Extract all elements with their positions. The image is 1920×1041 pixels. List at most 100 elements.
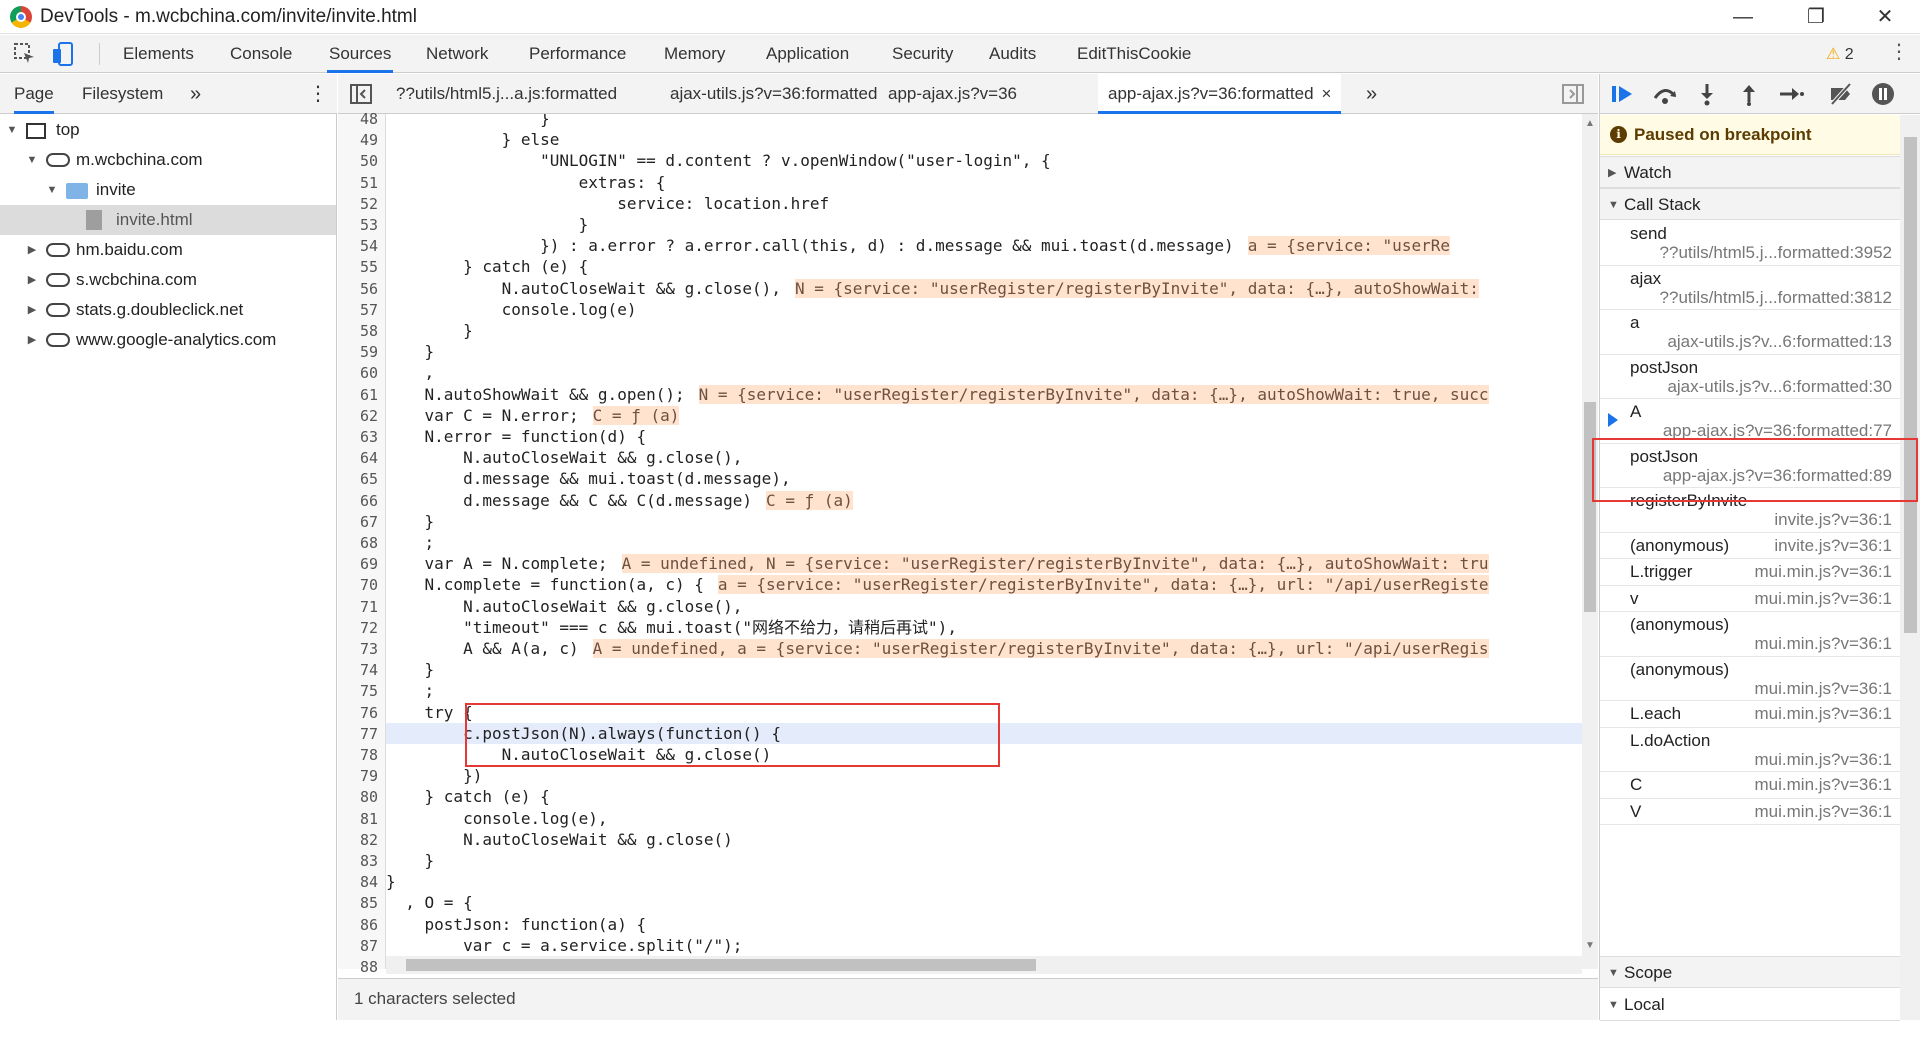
frame-location[interactable]: mui.min.js?v=36:1 bbox=[1755, 562, 1892, 582]
tab-editthiscookie[interactable]: EditThisCookie bbox=[1075, 35, 1193, 72]
editor-horizontal-scrollbar[interactable] bbox=[386, 956, 1582, 974]
line-number[interactable]: 49 bbox=[338, 131, 378, 149]
tree-item-cloud[interactable]: ▶ s.wcbchina.com bbox=[0, 265, 336, 295]
frame-location[interactable]: mui.min.js?v=36:1 bbox=[1755, 679, 1892, 699]
line-number[interactable]: 87 bbox=[338, 937, 378, 955]
navigator-menu-icon[interactable]: ⋮ bbox=[308, 74, 328, 114]
frame-location[interactable]: ??utils/html5.j...formatted:3952 bbox=[1660, 243, 1892, 263]
code-line[interactable]: N.complete = function(a, c) {a = {servic… bbox=[386, 574, 1489, 595]
tree-item-folder[interactable]: ▼ invite bbox=[0, 175, 336, 205]
code-line[interactable]: , bbox=[386, 362, 435, 383]
code-line[interactable]: } bbox=[386, 214, 589, 235]
code-line[interactable]: } bbox=[386, 659, 435, 680]
code-line[interactable]: } bbox=[386, 320, 473, 341]
call-frame[interactable]: (anonymous) invite.js?v=36:1 bbox=[1600, 533, 1900, 559]
line-number[interactable]: 57 bbox=[338, 301, 378, 319]
line-number-gutter[interactable]: 48 49 50 51 52 53 54 55 56 57 58 59 60 61 62 63 64 65 66 67… bbox=[338, 110, 386, 997]
tab-performance[interactable]: Performance bbox=[527, 35, 628, 72]
code-line[interactable]: N.autoShowWait && g.open(); N = {service:… bbox=[386, 384, 1489, 405]
frame-location[interactable]: ajax-utils.js?v...6:formatted:13 bbox=[1667, 332, 1892, 352]
expanded-triangle-icon[interactable]: ▼ bbox=[6, 115, 18, 145]
expanded-triangle-icon[interactable]: ▼ bbox=[46, 175, 58, 205]
frame-location[interactable]: mui.min.js?v=36:1 bbox=[1755, 775, 1892, 795]
close-window-button[interactable]: ✕ bbox=[1862, 2, 1908, 32]
tab-elements[interactable]: Elements bbox=[121, 35, 196, 72]
code-line[interactable]: N.autoCloseWait && g.close(), N = {servic… bbox=[386, 278, 1479, 299]
step-into-icon[interactable] bbox=[1694, 82, 1720, 106]
line-number[interactable]: 76 bbox=[338, 704, 378, 722]
code-line[interactable]: N.autoCloseWait && g.close() bbox=[386, 829, 733, 850]
code-line[interactable]: } else bbox=[386, 129, 560, 150]
frame-location[interactable]: ajax-utils.js?v...6:formatted:30 bbox=[1667, 377, 1892, 397]
collapsed-triangle-icon[interactable]: ▶ bbox=[26, 295, 38, 325]
tree-item-cloud[interactable]: ▶ www.google-analytics.com bbox=[0, 325, 336, 355]
frame-location[interactable]: ??utils/html5.j...formatted:3812 bbox=[1660, 288, 1892, 308]
device-toolbar-icon[interactable] bbox=[50, 41, 76, 67]
code-line[interactable]: d.message && mui.toast(d.message), bbox=[386, 468, 791, 489]
tab-application[interactable]: Application bbox=[764, 35, 851, 72]
collapsed-triangle-icon[interactable]: ▶ bbox=[26, 265, 38, 295]
editor-vertical-scrollbar[interactable]: ▲ ▼ bbox=[1582, 114, 1598, 969]
line-number[interactable]: 88 bbox=[338, 958, 378, 976]
code-line[interactable]: } bbox=[386, 511, 435, 532]
line-number[interactable]: 50 bbox=[338, 152, 378, 170]
line-number[interactable]: 84 bbox=[338, 873, 378, 891]
code-line[interactable]: N.autoCloseWait && g.close(), bbox=[386, 596, 742, 617]
code-line[interactable]: } catch (e) { bbox=[386, 256, 588, 277]
code-line[interactable]: extras: { bbox=[386, 172, 666, 193]
call-frame[interactable]: ajax ??utils/html5.j...formatted:3812 bbox=[1600, 266, 1900, 310]
tab-sources[interactable]: Sources bbox=[327, 35, 394, 73]
line-number[interactable]: 86 bbox=[338, 916, 378, 934]
call-frame[interactable]: L.doAction mui.min.js?v=36:1 bbox=[1600, 728, 1900, 772]
warnings-indicator[interactable]: ⚠ 2 bbox=[1826, 44, 1854, 64]
tree-item-cloud[interactable]: ▶ stats.g.doubleclick.net bbox=[0, 295, 336, 325]
line-number[interactable]: 60 bbox=[338, 364, 378, 382]
line-number[interactable]: 83 bbox=[338, 852, 378, 870]
line-number[interactable]: 66 bbox=[338, 492, 378, 510]
tree-item-cloud[interactable]: ▶ hm.baidu.com bbox=[0, 235, 336, 265]
line-number[interactable]: 77 bbox=[338, 725, 378, 743]
sidebar-scrollbar[interactable] bbox=[1900, 115, 1920, 1020]
line-number[interactable]: 56 bbox=[338, 280, 378, 298]
call-frame[interactable]: (anonymous) mui.min.js?v=36:1 bbox=[1600, 657, 1900, 701]
code-line[interactable]: ; bbox=[386, 680, 435, 701]
editor-tab[interactable]: ??utils/html5.j...a.js:formatted bbox=[386, 74, 627, 114]
code-line[interactable]: console.log(e), bbox=[386, 808, 608, 829]
line-number[interactable]: 74 bbox=[338, 661, 378, 679]
call-frame[interactable]: Vmui.min.js?v=36:1 bbox=[1600, 799, 1900, 825]
call-frame[interactable]: Aapp-ajax.js?v=36:formatted:77 bbox=[1600, 399, 1900, 444]
scope-section-header[interactable]: ▼ Scope bbox=[1600, 956, 1900, 988]
editor-tab[interactable]: app-ajax.js?v=36:formatted × bbox=[1098, 74, 1342, 114]
line-number[interactable]: 55 bbox=[338, 258, 378, 276]
line-number[interactable]: 65 bbox=[338, 470, 378, 488]
kebab-menu-icon[interactable]: ⋮ bbox=[1889, 39, 1909, 64]
code-area[interactable]: } } else "UNLOGIN" == d.content ? v.open… bbox=[386, 114, 1582, 969]
code-line[interactable]: "timeout" === c && mui.toast("网络不给力，请稍后再… bbox=[386, 617, 957, 638]
line-number[interactable]: 69 bbox=[338, 555, 378, 573]
hscroll-thumb[interactable] bbox=[406, 959, 1036, 971]
frame-location[interactable]: mui.min.js?v=36:1 bbox=[1755, 750, 1892, 770]
line-number[interactable]: 54 bbox=[338, 237, 378, 255]
frame-location[interactable]: mui.min.js?v=36:1 bbox=[1755, 634, 1892, 654]
line-number[interactable]: 79 bbox=[338, 767, 378, 785]
local-scope-header[interactable]: ▼ Local bbox=[1600, 989, 1900, 1021]
code-line[interactable]: var A = N.complete; A = undefined, N = {s… bbox=[386, 553, 1489, 574]
code-line[interactable]: try { bbox=[386, 702, 473, 723]
code-line[interactable]: }) bbox=[386, 765, 482, 786]
code-line[interactable]: } bbox=[386, 850, 435, 871]
tab-page[interactable]: Page bbox=[14, 74, 54, 114]
scroll-up-icon[interactable]: ▲ bbox=[1585, 118, 1595, 129]
call-frame[interactable]: v mui.min.js?v=36:1 bbox=[1600, 586, 1900, 612]
line-number[interactable]: 78 bbox=[338, 746, 378, 764]
line-number[interactable]: 80 bbox=[338, 788, 378, 806]
line-number[interactable]: 63 bbox=[338, 428, 378, 446]
expanded-triangle-icon[interactable]: ▼ bbox=[26, 145, 38, 175]
inspect-element-icon[interactable] bbox=[12, 41, 38, 67]
line-number[interactable]: 52 bbox=[338, 195, 378, 213]
line-number[interactable]: 58 bbox=[338, 322, 378, 340]
line-number[interactable]: 64 bbox=[338, 449, 378, 467]
step-out-icon[interactable] bbox=[1736, 82, 1762, 106]
tree-item-cloud[interactable]: ▼ m.wcbchina.com bbox=[0, 145, 336, 175]
editor-tab[interactable]: app-ajax.js?v=36 bbox=[878, 74, 1027, 114]
restore-button[interactable]: ❐ bbox=[1793, 2, 1839, 32]
